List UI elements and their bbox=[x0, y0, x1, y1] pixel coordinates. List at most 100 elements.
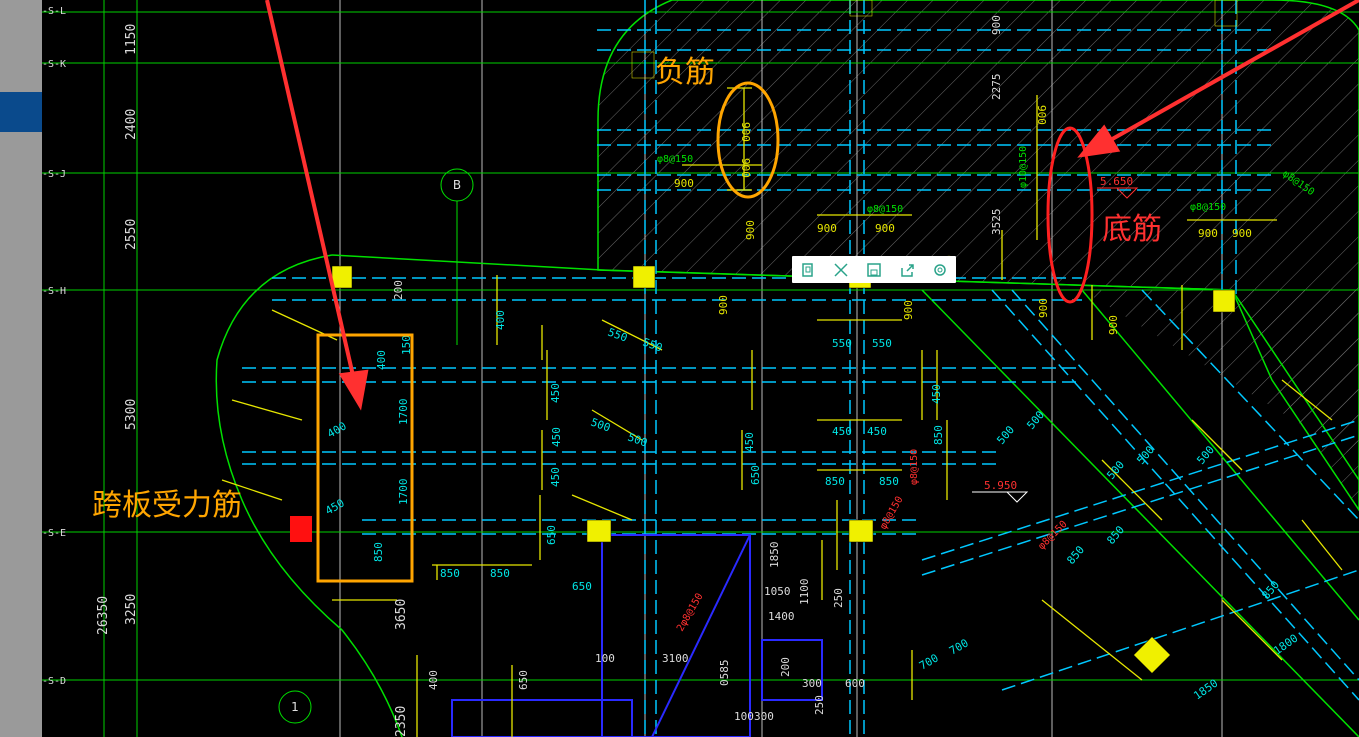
rebar-label: φ8@150 bbox=[1036, 519, 1069, 552]
dimension-text: 500 bbox=[1134, 443, 1157, 467]
dimension-text: 900 bbox=[674, 177, 694, 190]
axis-bubble-b bbox=[440, 168, 474, 345]
rebar-label: φ8@150 bbox=[878, 495, 906, 532]
grid-axis-label: -S-E bbox=[42, 528, 66, 539]
dimension-text: 100 bbox=[734, 710, 754, 723]
dimension-text: 900 bbox=[817, 222, 837, 235]
cad-drawing: -S-L -S-K -S-J -S-H -S-E -S-D 900 2275 3525 200 9… bbox=[42, 0, 1359, 737]
dimension-text: 3525 bbox=[990, 209, 1003, 236]
dimension-text: 250 bbox=[813, 695, 826, 715]
sidebar-active-tab[interactable] bbox=[0, 92, 42, 132]
dimension-text: 550 bbox=[606, 326, 629, 345]
dimension-text: 450 bbox=[867, 425, 887, 438]
dimension-text: 400 bbox=[427, 670, 440, 690]
dimension-text: 900 bbox=[1035, 105, 1048, 125]
dimension-text: 600 bbox=[845, 677, 865, 690]
grid-axis-label: -S-L bbox=[42, 6, 66, 17]
dimension-text: 450 bbox=[549, 383, 562, 403]
grid-axis-label: -S-H bbox=[42, 286, 66, 297]
copy-icon[interactable] bbox=[798, 260, 818, 280]
dimension-text: 400 bbox=[325, 419, 349, 440]
dimension-text: 900 bbox=[744, 220, 757, 240]
left-dimension-text: 2400 bbox=[124, 109, 139, 140]
dimension-text: 100 bbox=[595, 652, 615, 665]
dimension-text: 650 bbox=[517, 670, 530, 690]
dimension-text: 900 bbox=[875, 222, 895, 235]
rebar-label: φ8@150 bbox=[657, 154, 693, 165]
dimension-text: 850 bbox=[1064, 543, 1087, 567]
dimension-text: 850 bbox=[1104, 523, 1127, 547]
grid-axis-label: -S-D bbox=[42, 676, 66, 687]
axis-bubble-label-2: 1 bbox=[291, 700, 299, 714]
grid-labels: -S-L -S-K -S-J -S-H -S-E -S-D bbox=[42, 6, 66, 687]
dimension-text: 850 bbox=[440, 567, 460, 580]
dimension-text: 400 bbox=[375, 350, 388, 370]
kuaban-annotation: 跨板受力筋 bbox=[92, 488, 242, 523]
dimension-text: 400 bbox=[494, 310, 507, 330]
dimension-text: 900 bbox=[990, 15, 1003, 35]
dimension-text: 200 bbox=[779, 657, 792, 677]
left-dimension-text: 2350 bbox=[394, 706, 409, 737]
share-icon[interactable] bbox=[897, 260, 917, 280]
dimension-text: 850 bbox=[372, 542, 385, 562]
axis-bubble-label: B bbox=[453, 178, 461, 192]
dimension-text: 650 bbox=[545, 525, 558, 545]
dimension-text: 700 bbox=[917, 651, 941, 672]
fujin-annotation: 负筋 bbox=[655, 55, 715, 90]
dimension-text: 200 bbox=[392, 280, 405, 300]
dimension-text: 300 bbox=[754, 710, 774, 723]
left-dimension-text: 3250 bbox=[124, 594, 139, 625]
dimension-text: 900 bbox=[739, 122, 752, 142]
dimension-text: 1100 bbox=[798, 579, 811, 606]
dimension-text: 900 bbox=[1232, 227, 1252, 240]
elevation-text: 5.650 bbox=[1100, 175, 1133, 188]
left-sidebar bbox=[0, 0, 42, 737]
left-dimension-text: 1150 bbox=[124, 24, 139, 55]
floating-toolbar bbox=[792, 256, 956, 283]
dijin-annotation: 底筋 bbox=[1102, 212, 1162, 247]
dimension-text: 450 bbox=[323, 496, 347, 517]
rebar-label: φ8@150 bbox=[909, 449, 920, 485]
dimension-text: 500 bbox=[1024, 408, 1047, 432]
left-dimension-text: 3650 bbox=[394, 599, 409, 630]
dimension-text: 650 bbox=[749, 465, 762, 485]
dimension-text: 650 bbox=[572, 580, 592, 593]
dimension-text: 900 bbox=[902, 300, 915, 320]
dimension-text: 850 bbox=[490, 567, 510, 580]
dimension-text: 850 bbox=[825, 475, 845, 488]
dimension-text: 550 bbox=[832, 337, 852, 350]
dimension-text: 900 bbox=[1198, 227, 1218, 240]
left-dimension-text: 26350 bbox=[96, 596, 111, 635]
dimension-text: 450 bbox=[832, 425, 852, 438]
dimension-text: 900 bbox=[717, 295, 730, 315]
left-dimension-text: 2550 bbox=[124, 219, 139, 250]
dimension-text: 1700 bbox=[397, 399, 410, 426]
dimension-text: 500 bbox=[1104, 458, 1127, 482]
dimension-text: 1050 bbox=[764, 585, 791, 598]
fullscreen-icon[interactable] bbox=[831, 260, 851, 280]
grid-axis-label: -S-J bbox=[42, 169, 66, 180]
dimension-text: 850 bbox=[932, 425, 945, 445]
dimension-text: 550 bbox=[872, 337, 892, 350]
dimension-text: 450 bbox=[743, 432, 756, 452]
dimension-text: 450 bbox=[930, 384, 943, 404]
dimension-text: 450 bbox=[550, 427, 563, 447]
left-dimension-text: 5300 bbox=[124, 399, 139, 430]
dimension-text: 1700 bbox=[397, 479, 410, 506]
dimension-text: 2275 bbox=[990, 74, 1003, 101]
cad-drawing-canvas[interactable]: -S-L -S-K -S-J -S-H -S-E -S-D 900 2275 3525 200 9… bbox=[42, 0, 1359, 737]
dimension-text: 700 bbox=[947, 636, 971, 657]
red-column bbox=[290, 516, 312, 542]
dimension-text: 250 bbox=[832, 588, 845, 608]
dimension-text: 900 bbox=[739, 158, 752, 178]
rebar-label: φ10@150 bbox=[1018, 146, 1029, 188]
save-icon[interactable] bbox=[864, 260, 884, 280]
dimension-text: 900 bbox=[1107, 315, 1120, 335]
dimension-text: 850 bbox=[1259, 578, 1282, 602]
dimension-text: 850 bbox=[879, 475, 899, 488]
elevation-text: 5.950 bbox=[984, 479, 1017, 492]
settings-icon[interactable] bbox=[930, 260, 950, 280]
rebar-label: 2φ8@150 bbox=[675, 591, 706, 633]
grid-axis-label: -S-K bbox=[42, 59, 66, 70]
dimension-text: 0585 bbox=[718, 660, 731, 687]
